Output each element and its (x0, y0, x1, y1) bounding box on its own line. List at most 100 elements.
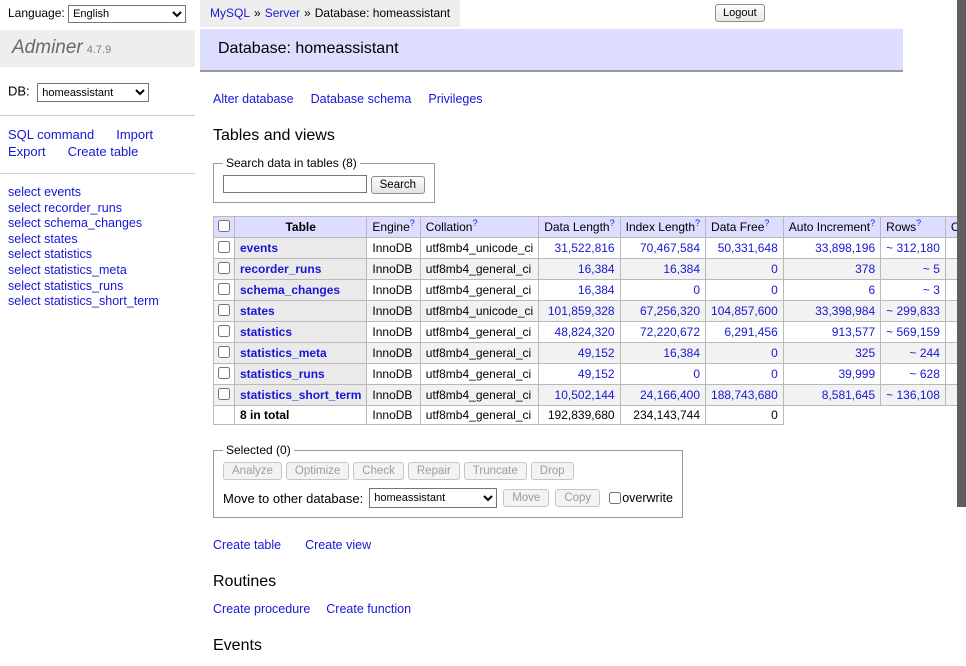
auto_increment-link[interactable]: 33,898,196 (815, 241, 875, 255)
vertical-scrollbar[interactable] (957, 0, 966, 543)
rows-link[interactable]: ~ 312,180 (886, 241, 940, 255)
sidebar-select-link[interactable]: select statistics_meta (8, 263, 187, 279)
optimize-button[interactable]: Optimize (286, 462, 349, 480)
sidebar-select-link[interactable]: select statistics_runs (8, 279, 187, 295)
index_length-link[interactable]: 0 (693, 283, 700, 297)
sidebar-select-link[interactable]: select schema_changes (8, 216, 187, 232)
data_length-link[interactable]: 10,502,144 (555, 388, 615, 402)
help-link[interactable]: ? (472, 218, 477, 228)
sidebar-select-link[interactable]: select statistics (8, 247, 187, 263)
help-link[interactable]: ? (916, 218, 921, 228)
data_free-link[interactable]: 188,743,680 (711, 388, 778, 402)
search-input[interactable] (223, 175, 367, 193)
data_free-link[interactable]: 104,857,600 (711, 304, 778, 318)
data_free-link[interactable]: 6,291,456 (724, 325, 777, 339)
data_length-link[interactable]: 48,824,320 (555, 325, 615, 339)
sidebar-action-link[interactable]: SQL command (8, 127, 94, 142)
routine-link[interactable]: Create procedure (213, 602, 310, 616)
index_length-link[interactable]: 16,384 (663, 262, 700, 276)
index_length-link[interactable]: 24,166,400 (640, 388, 700, 402)
data_free-link[interactable]: 0 (771, 346, 778, 360)
data_free-link[interactable]: 0 (771, 283, 778, 297)
analyze-button[interactable]: Analyze (223, 462, 282, 480)
row-checkbox[interactable] (218, 262, 230, 274)
create-link[interactable]: Create table (213, 538, 281, 552)
drop-button[interactable]: Drop (531, 462, 574, 480)
auto_increment-link[interactable]: 913,577 (832, 325, 875, 339)
database-action-link[interactable]: Database schema (311, 92, 412, 106)
language-select[interactable]: English (68, 5, 186, 23)
row-checkbox[interactable] (218, 241, 230, 253)
search-button[interactable]: Search (371, 176, 425, 194)
move-database-select[interactable]: homeassistant (369, 488, 497, 508)
auto_increment-link[interactable]: 325 (855, 346, 875, 360)
table-name-link[interactable]: recorder_runs (240, 262, 321, 276)
row-checkbox[interactable] (218, 388, 230, 400)
index_length-link[interactable]: 67,256,320 (640, 304, 700, 318)
table-name-link[interactable]: statistics_runs (240, 367, 325, 381)
database-action-link[interactable]: Privileges (428, 92, 482, 106)
data_length-link[interactable]: 16,384 (578, 283, 615, 297)
auto_increment-link[interactable]: 8,581,645 (822, 388, 875, 402)
rows-link[interactable]: ~ 569,159 (886, 325, 940, 339)
table-name-link[interactable]: statistics_meta (240, 346, 327, 360)
auto_increment-link[interactable]: 39,999 (838, 367, 875, 381)
table-name-link[interactable]: statistics_short_term (240, 388, 361, 402)
rows-link[interactable]: ~ 628 (910, 367, 940, 381)
table-name-link[interactable]: events (240, 241, 278, 255)
index_length-link[interactable]: 0 (693, 367, 700, 381)
routine-link[interactable]: Create function (326, 602, 411, 616)
auto_increment-link[interactable]: 6 (868, 283, 875, 297)
data_length-link[interactable]: 49,152 (578, 367, 615, 381)
row-checkbox[interactable] (218, 367, 230, 379)
database-action-link[interactable]: Alter database (213, 92, 294, 106)
rows-link[interactable]: ~ 244 (910, 346, 940, 360)
table-name-link[interactable]: statistics (240, 325, 292, 339)
row-checkbox[interactable] (218, 346, 230, 358)
db-select[interactable]: homeassistant (37, 83, 149, 102)
sidebar-select-link[interactable]: select events (8, 185, 187, 201)
data_free-link[interactable]: 0 (771, 367, 778, 381)
overwrite-checkbox[interactable] (609, 492, 621, 504)
index_length-link[interactable]: 16,384 (663, 346, 700, 360)
index_length-link[interactable]: 72,220,672 (640, 325, 700, 339)
adminer-link[interactable]: Adminer (12, 37, 83, 58)
help-link[interactable]: ? (764, 218, 769, 228)
help-link[interactable]: ? (695, 218, 700, 228)
sidebar-action-link[interactable]: Import (116, 127, 153, 142)
help-link[interactable]: ? (870, 218, 875, 228)
data_free-link[interactable]: 50,331,648 (718, 241, 778, 255)
sidebar-select-link[interactable]: select recorder_runs (8, 201, 187, 217)
scrollbar-thumb[interactable] (957, 0, 966, 507)
data_free-link[interactable]: 0 (771, 262, 778, 276)
index_length-link[interactable]: 70,467,584 (640, 241, 700, 255)
breadcrumb-server-link[interactable]: Server (265, 6, 300, 20)
table-name-link[interactable]: states (240, 304, 275, 318)
sidebar-select-link[interactable]: select statistics_short_term (8, 294, 187, 310)
rows-link[interactable]: ~ 136,108 (886, 388, 940, 402)
create-link[interactable]: Create view (305, 538, 371, 552)
breadcrumb-mysql-link[interactable]: MySQL (210, 6, 250, 20)
rows-link[interactable]: ~ 3 (923, 283, 940, 297)
move-button[interactable]: Move (503, 489, 549, 507)
data_length-link[interactable]: 16,384 (578, 262, 615, 276)
rows-link[interactable]: ~ 5 (923, 262, 940, 276)
check-button[interactable]: Check (353, 462, 404, 480)
truncate-button[interactable]: Truncate (464, 462, 527, 480)
row-checkbox[interactable] (218, 304, 230, 316)
data_length-link[interactable]: 49,152 (578, 346, 615, 360)
repair-button[interactable]: Repair (408, 462, 460, 480)
help-link[interactable]: ? (610, 218, 615, 228)
data_length-link[interactable]: 101,859,328 (548, 304, 615, 318)
table-name-link[interactable]: schema_changes (240, 283, 340, 297)
help-link[interactable]: ? (410, 218, 415, 228)
select-all-checkbox[interactable] (218, 220, 230, 232)
copy-button[interactable]: Copy (555, 489, 600, 507)
sidebar-select-link[interactable]: select states (8, 232, 187, 248)
rows-link[interactable]: ~ 299,833 (886, 304, 940, 318)
sidebar-action-link[interactable]: Export (8, 144, 46, 159)
auto_increment-link[interactable]: 378 (855, 262, 875, 276)
data_length-link[interactable]: 31,522,816 (555, 241, 615, 255)
row-checkbox[interactable] (218, 283, 230, 295)
auto_increment-link[interactable]: 33,398,984 (815, 304, 875, 318)
